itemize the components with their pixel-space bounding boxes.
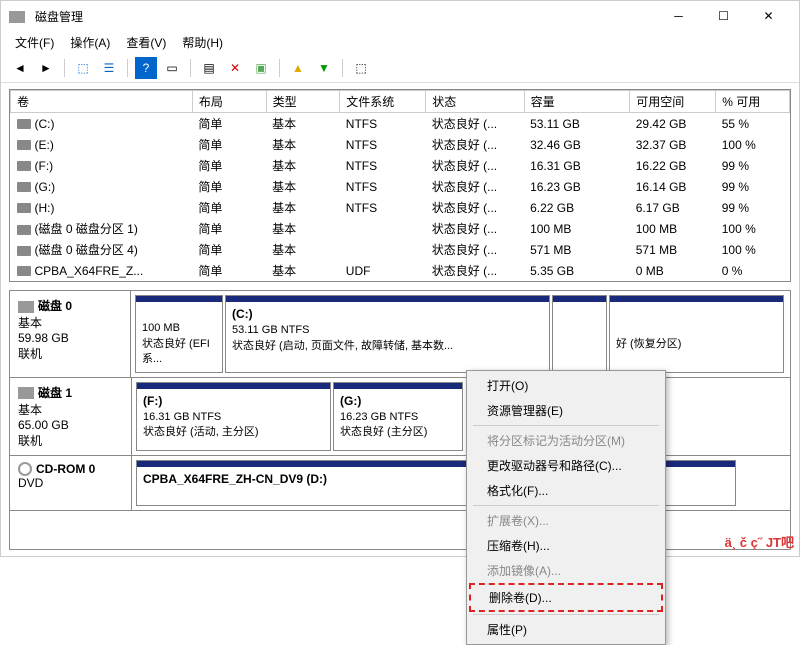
menu-file[interactable]: 文件(F) — [9, 32, 60, 53]
volume-icon — [17, 182, 31, 192]
partition[interactable]: (F:)16.31 GB NTFS状态良好 (活动, 主分区) — [136, 382, 331, 451]
window-title: 磁盘管理 — [35, 8, 83, 25]
volume-icon — [17, 225, 31, 235]
toolbar: ◄ ► ⬚ ☰ ? ▭ ▤ ✕ ▣ ▲ ▼ ⬚ — [1, 53, 799, 83]
partition[interactable]: 好 (恢复分区) — [609, 295, 784, 373]
disk-info[interactable]: 磁盘 1基本65.00 GB联机 — [10, 378, 132, 455]
volume-row[interactable]: (C:)简单基本NTFS状态良好 (...53.11 GB29.42 GB55 … — [11, 113, 790, 135]
ctx-mark-active: 将分区标记为活动分区(M) — [469, 428, 663, 453]
ctx-explorer[interactable]: 资源管理器(E) — [469, 398, 663, 423]
volume-icon — [17, 119, 31, 129]
refresh-icon[interactable]: ⬚ — [72, 57, 94, 79]
disk-map: 磁盘 0基本59.98 GB联机100 MB状态良好 (EFI 系...(C:)… — [9, 290, 791, 550]
ctx-properties[interactable]: 属性(P) — [469, 617, 663, 642]
volume-row[interactable]: (G:)简单基本NTFS状态良好 (...16.23 GB16.14 GB99 … — [11, 176, 790, 197]
partition[interactable]: (G:)16.23 GB NTFS状态良好 (主分区) — [333, 382, 463, 451]
volume-table[interactable]: 卷布局类型文件系统状态容量可用空间% 可用 (C:)简单基本NTFS状态良好 (… — [9, 89, 791, 282]
list-icon[interactable]: ☰ — [98, 57, 120, 79]
minimize-button[interactable]: ─ — [656, 1, 701, 31]
maximize-button[interactable]: ☐ — [701, 1, 746, 31]
ctx-delete-volume[interactable]: 删除卷(D)... — [469, 583, 663, 612]
ctx-shrink[interactable]: 压缩卷(H)... — [469, 533, 663, 558]
disk-info[interactable]: 磁盘 0基本59.98 GB联机 — [10, 291, 131, 377]
ctx-change-letter[interactable]: 更改驱动器号和路径(C)... — [469, 453, 663, 478]
volume-icon — [17, 161, 31, 171]
new-icon[interactable]: ▣ — [250, 57, 272, 79]
close-button[interactable]: ✕ — [746, 1, 791, 31]
volume-icon — [17, 246, 31, 256]
disk-icon — [18, 301, 34, 313]
ctx-extend: 扩展卷(X)... — [469, 508, 663, 533]
delete-icon[interactable]: ✕ — [224, 57, 246, 79]
volume-row[interactable]: (磁盘 0 磁盘分区 4)简单基本状态良好 (...571 MB571 MB10… — [11, 239, 790, 260]
titlebar: 磁盘管理 ─ ☐ ✕ — [1, 1, 799, 31]
volume-row[interactable]: (F:)简单基本NTFS状态良好 (...16.31 GB16.22 GB99 … — [11, 155, 790, 176]
ctx-format[interactable]: 格式化(F)... — [469, 478, 663, 503]
col-header[interactable]: 文件系统 — [340, 91, 426, 113]
col-header[interactable]: 容量 — [524, 91, 630, 113]
partition[interactable]: (C:)53.11 GB NTFS状态良好 (启动, 页面文件, 故障转储, 基… — [225, 295, 550, 373]
menu-action[interactable]: 操作(A) — [64, 32, 116, 53]
ctx-open[interactable]: 打开(O) — [469, 373, 663, 398]
context-menu: 打开(O) 资源管理器(E) 将分区标记为活动分区(M) 更改驱动器号和路径(C… — [466, 370, 666, 645]
volume-icon — [17, 140, 31, 150]
col-header[interactable]: 类型 — [266, 91, 340, 113]
menu-help[interactable]: 帮助(H) — [176, 32, 229, 53]
volume-row[interactable]: (E:)简单基本NTFS状态良好 (...32.46 GB32.37 GB100… — [11, 134, 790, 155]
folder-down-icon[interactable]: ▼ — [313, 57, 335, 79]
menubar: 文件(F) 操作(A) 查看(V) 帮助(H) — [1, 31, 799, 53]
view-top-icon[interactable]: ▭ — [161, 57, 183, 79]
partition[interactable] — [552, 295, 607, 373]
folder-up-icon[interactable]: ▲ — [287, 57, 309, 79]
watermark: ä¸ č ç˝ JT吧 — [725, 532, 794, 551]
volume-row[interactable]: (H:)简单基本NTFS状态良好 (...6.22 GB6.17 GB99 % — [11, 197, 790, 218]
col-header[interactable]: 可用空间 — [630, 91, 716, 113]
col-header[interactable]: 状态 — [426, 91, 524, 113]
volume-row[interactable]: CPBA_X64FRE_Z...简单基本UDF状态良好 (...5.35 GB0… — [11, 260, 790, 281]
disk-info[interactable]: CD-ROM 0DVD — [10, 456, 132, 511]
col-header[interactable]: % 可用 — [716, 91, 790, 113]
volume-icon — [17, 266, 31, 276]
props-icon[interactable]: ⬚ — [350, 57, 372, 79]
col-header[interactable]: 卷 — [11, 91, 193, 113]
ctx-mirror: 添加镜像(A)... — [469, 558, 663, 583]
volume-row[interactable]: (磁盘 0 磁盘分区 1)简单基本状态良好 (...100 MB100 MB10… — [11, 218, 790, 239]
back-button[interactable]: ◄ — [9, 57, 31, 79]
disk-icon — [18, 387, 34, 399]
action-icon[interactable]: ▤ — [198, 57, 220, 79]
forward-button[interactable]: ► — [35, 57, 57, 79]
cdrom-icon — [18, 462, 32, 476]
volume-icon — [17, 203, 31, 213]
col-header[interactable]: 布局 — [192, 91, 266, 113]
menu-view[interactable]: 查看(V) — [120, 32, 172, 53]
partition[interactable]: 100 MB状态良好 (EFI 系... — [135, 295, 223, 373]
app-icon — [9, 9, 29, 23]
help-icon[interactable]: ? — [135, 57, 157, 79]
